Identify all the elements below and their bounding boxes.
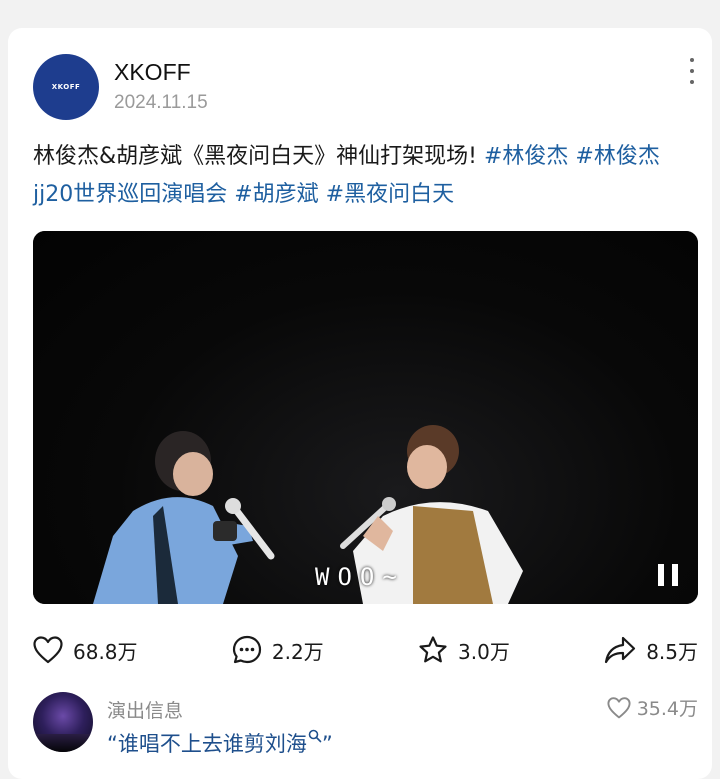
author-avatar[interactable]: XKOFF bbox=[33, 54, 99, 120]
share-count: 8.5万 bbox=[646, 639, 698, 664]
hashtag-link[interactable]: #林俊杰 bbox=[484, 144, 568, 169]
hashtag-link[interactable]: #胡彦斌 bbox=[234, 182, 318, 207]
related-thumbnail[interactable] bbox=[33, 692, 93, 752]
related-quote-end: ” bbox=[321, 732, 333, 756]
favorite-count: 3.0万 bbox=[458, 639, 510, 664]
related-like-count: 35.4万 bbox=[636, 698, 698, 720]
search-icon bbox=[308, 729, 322, 743]
post-caption: 林俊杰&胡彦斌《黑夜问白天》神仙打架现场! bbox=[33, 144, 484, 169]
heart-icon bbox=[33, 636, 63, 664]
thumbnail-crowd bbox=[33, 734, 93, 752]
like-count: 68.8万 bbox=[73, 639, 138, 664]
author-name[interactable]: XKOFF bbox=[114, 59, 191, 86]
video-subtitle: WOO~ bbox=[315, 563, 405, 591]
share-button[interactable]: 8.5万 bbox=[604, 636, 698, 665]
top-band bbox=[0, 0, 720, 26]
post-card: XKOFF XKOFF 2024.11.15 林俊杰&胡彦斌《黑夜问白天》神仙打… bbox=[8, 28, 712, 779]
related-quote[interactable]: “谁唱不上去谁剪刘海 ” bbox=[107, 728, 333, 758]
favorite-button[interactable]: 3.0万 bbox=[418, 635, 510, 665]
post-text: 林俊杰&胡彦斌《黑夜问白天》神仙打架现场! #林俊杰 #林俊杰jj20世界巡回演… bbox=[33, 138, 698, 214]
like-button[interactable]: 68.8万 bbox=[33, 636, 138, 665]
performer-left-illustration bbox=[93, 431, 275, 604]
action-bar: 68.8万 2.2万 3.0万 8.5万 bbox=[33, 628, 698, 672]
related-quote-text: “谁唱不上去谁剪刘海 bbox=[107, 732, 307, 756]
heart-icon bbox=[607, 696, 631, 718]
star-icon bbox=[419, 636, 447, 663]
related-like-button[interactable]: 35.4万 bbox=[607, 694, 698, 721]
comment-count: 2.2万 bbox=[271, 639, 324, 664]
video-player[interactable]: WOO~ bbox=[33, 231, 698, 604]
comment-button[interactable]: 2.2万 bbox=[232, 635, 324, 665]
post-date: 2024.11.15 bbox=[114, 92, 208, 113]
related-label: 演出信息 bbox=[107, 700, 184, 722]
comment-icon bbox=[232, 635, 261, 664]
hashtag-link[interactable]: #黑夜问白天 bbox=[326, 182, 454, 207]
pause-icon[interactable] bbox=[658, 564, 678, 586]
related-info-row[interactable]: 演出信息 “谁唱不上去谁剪刘海 ” 35.4万 bbox=[33, 692, 698, 762]
share-arrow-icon bbox=[605, 636, 636, 664]
avatar-logo-text: XKOFF bbox=[51, 83, 81, 91]
more-options-icon[interactable] bbox=[686, 58, 698, 84]
